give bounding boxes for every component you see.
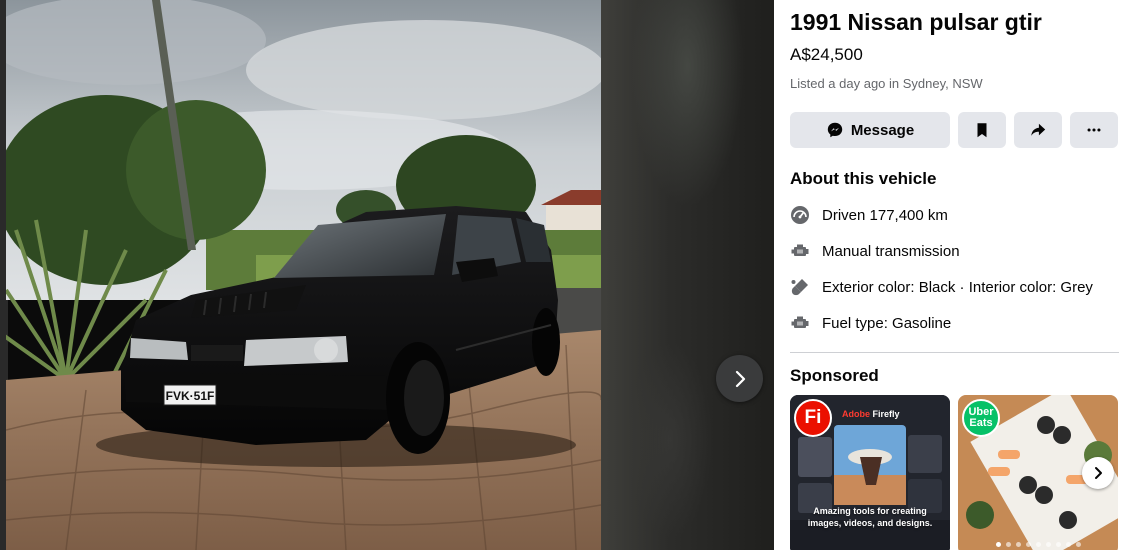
attribute-text: Manual transmission <box>822 242 960 260</box>
ad-card-uber-eats[interactable]: Uber Eats <box>958 395 1118 550</box>
sponsored-ads: Fi Adobe Firefly Amazing tools for creat… <box>790 395 1119 550</box>
attribute-text: Driven 177,400 km <box>822 206 948 224</box>
ad-carousel-dots <box>958 542 1118 547</box>
share-button[interactable] <box>1014 112 1062 148</box>
uber-eats-logo: Uber Eats <box>962 399 1000 437</box>
attribute-transmission: Manual transmission <box>790 240 1119 262</box>
attribute-fuel: Fuel type: Gasoline <box>790 312 1119 334</box>
listing-meta: Listed a day ago in Sydney, NSW <box>790 76 983 91</box>
share-icon <box>1031 123 1046 136</box>
attribute-text: Fuel type: Gasoline <box>822 314 952 332</box>
adobe-firefly-logo: Fi <box>794 399 832 437</box>
section-divider <box>790 352 1119 353</box>
sponsored-heading: Sponsored <box>790 366 879 385</box>
listing-price: A$24,500 <box>790 45 863 64</box>
attribute-text: Exterior color: Black · Interior color: … <box>822 278 1093 296</box>
photo-viewer: FVK·51F <box>0 0 774 550</box>
next-photo-button[interactable] <box>716 355 763 402</box>
message-button[interactable]: Message <box>790 112 950 148</box>
about-vehicle-heading: About this vehicle <box>790 169 937 188</box>
save-button[interactable] <box>958 112 1006 148</box>
chevron-right-icon <box>735 370 745 387</box>
ad-card-adobe-firefly[interactable]: Fi Adobe Firefly Amazing tools for creat… <box>790 395 950 550</box>
more-options-button[interactable] <box>1070 112 1118 148</box>
messenger-icon <box>827 122 843 138</box>
engine-icon <box>791 244 809 256</box>
listing-title: 1991 Nissan pulsar gtir <box>790 9 1042 35</box>
ad-caption: Amazing tools for creating images, video… <box>807 506 933 528</box>
odometer-icon <box>791 206 809 224</box>
license-plate: FVK·51F <box>166 389 215 403</box>
attribute-mileage: Driven 177,400 km <box>790 204 1119 226</box>
attribute-color: Exterior color: Black · Interior color: … <box>790 276 1119 298</box>
chevron-right-icon <box>1095 467 1102 479</box>
next-photo-blur <box>601 0 774 550</box>
marketplace-listing-page: FVK·51F 1991 Nissan pulsar gtir A$24,500… <box>0 0 1133 550</box>
engine-icon <box>791 316 809 328</box>
listing-details-panel: 1991 Nissan pulsar gtir A$24,500 Listed … <box>774 0 1133 550</box>
paint-icon <box>791 279 808 296</box>
listing-photo: FVK·51F <box>6 0 601 550</box>
action-bar: Message <box>790 112 1119 148</box>
message-button-label: Message <box>850 121 915 139</box>
ellipsis-icon <box>1087 128 1101 132</box>
ad-carousel-next-button[interactable] <box>1082 457 1114 489</box>
bookmark-icon <box>977 123 987 138</box>
ad-brand-name: Adobe Firefly <box>842 409 900 419</box>
